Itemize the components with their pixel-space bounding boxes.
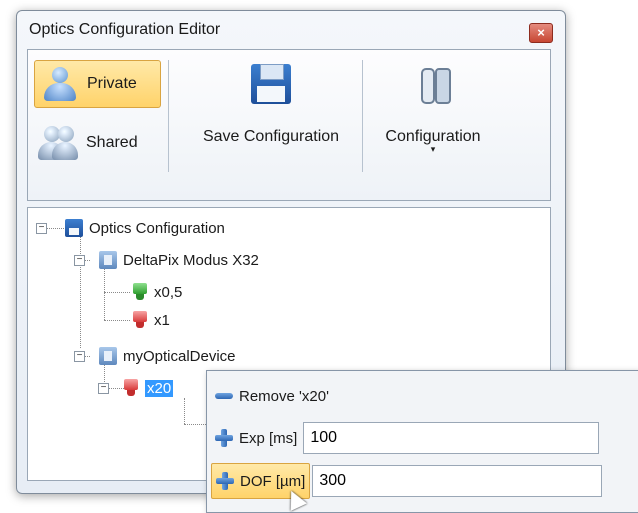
remove-objective-button[interactable]: Remove 'x20' xyxy=(211,379,333,413)
objective-context-popup: Remove 'x20' Exp [ms] DOF [µm] xyxy=(206,370,638,513)
collapse-toggle-icon[interactable]: − xyxy=(98,382,109,394)
dof-label: DOF [µm] xyxy=(240,472,306,490)
tree-objective-label-selected: x20 xyxy=(145,379,174,397)
private-label: Private xyxy=(87,75,137,92)
tree-root-label: Optics Configuration xyxy=(89,219,225,237)
tree-objective-node[interactable]: x1 xyxy=(132,311,170,329)
tree-objective-label: x0,5 xyxy=(154,283,183,301)
dof-input[interactable] xyxy=(312,465,603,497)
shared-label: Shared xyxy=(86,134,138,151)
shared-button[interactable]: Shared xyxy=(34,120,159,166)
tree-root-node[interactable]: − Optics Configuration xyxy=(36,219,225,237)
configuration-dropdown-button[interactable]: Configuration ▾ xyxy=(368,64,498,155)
plus-icon xyxy=(216,472,234,490)
dof-row: DOF [µm] xyxy=(211,463,603,499)
users-icon xyxy=(38,124,78,162)
window-title: Optics Configuration Editor xyxy=(29,21,221,38)
collapse-toggle-icon[interactable]: − xyxy=(74,350,85,362)
save-configuration-button[interactable]: Save Configuration xyxy=(186,64,356,146)
exp-row: Exp [ms] xyxy=(211,421,600,455)
save-configuration-label: Save Configuration xyxy=(202,128,340,145)
red-lens-icon xyxy=(132,311,148,329)
private-button[interactable]: Private xyxy=(34,60,161,108)
tree-device-label: myOpticalDevice xyxy=(123,347,236,365)
chevron-down-icon: ▾ xyxy=(430,144,436,154)
tree-objective-node[interactable]: x0,5 xyxy=(132,283,182,301)
user-icon xyxy=(41,65,79,103)
collapse-toggle-icon[interactable]: − xyxy=(74,254,85,266)
exp-button[interactable]: Exp [ms] xyxy=(211,421,301,455)
camera-icon xyxy=(99,347,117,365)
plus-icon xyxy=(215,429,233,447)
wrench-tools-icon xyxy=(413,64,453,104)
tree-device-label: DeltaPix Modus X32 xyxy=(123,251,259,269)
tree-device-node[interactable]: − DeltaPix Modus X32 xyxy=(74,251,259,269)
remove-objective-label: Remove 'x20' xyxy=(239,387,329,405)
collapse-toggle-icon[interactable]: − xyxy=(36,222,47,234)
tree-device-node[interactable]: − myOpticalDevice xyxy=(74,347,236,365)
green-lens-icon xyxy=(132,283,148,301)
ribbon-separator xyxy=(168,60,169,172)
tree-objective-node[interactable]: − x20 xyxy=(98,379,174,397)
floppy-disk-icon xyxy=(251,64,291,104)
ribbon-toolbar: Private Shared Save Configuration Config… xyxy=(27,49,551,201)
red-lens-icon xyxy=(123,379,139,397)
minus-icon xyxy=(215,393,233,399)
ribbon-separator xyxy=(362,60,363,172)
close-button[interactable]: × xyxy=(529,23,553,43)
exp-label: Exp [ms] xyxy=(239,429,298,447)
exp-input[interactable] xyxy=(303,422,600,454)
tree-objective-label: x1 xyxy=(154,311,170,329)
title-bar: Optics Configuration Editor × xyxy=(17,11,565,47)
camera-icon xyxy=(99,251,117,269)
floppy-disk-icon xyxy=(65,219,83,237)
